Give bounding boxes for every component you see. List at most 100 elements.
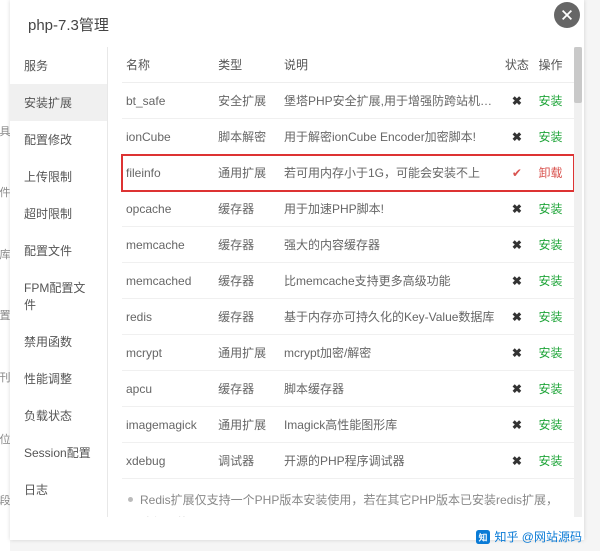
cell-status: ✖ [499,191,534,227]
col-header-status: 状态 [499,47,534,83]
note-item: Redis扩展仅支持一个PHP版本安装使用，若在其它PHP版本已安装redis扩… [126,489,570,517]
php-manage-modal: php-7.3管理 服务安装扩展配置修改上传限制超时限制配置文件FPM配置文件禁… [10,0,584,540]
sidebar-item-10[interactable]: Session配置 [10,434,107,471]
cell-name: bt_safe [122,83,214,119]
cell-desc: Imagick高性能图形库 [280,407,499,443]
main-panel: 名称 类型 说明 状态 操作 bt_safe安全扩展堡塔PHP安全扩展,用于增强… [108,47,584,517]
close-button[interactable] [554,2,580,28]
cell-status: ✖ [499,119,534,155]
cell-desc: 脚本缓存器 [280,371,499,407]
col-header-desc: 说明 [280,47,499,83]
install-link[interactable]: 安装 [538,418,562,432]
cell-action: 安装 [534,371,574,407]
cell-status: ✖ [499,227,534,263]
sidebar-item-12[interactable]: 慢日志 [10,508,107,517]
sidebar-item-11[interactable]: 日志 [10,471,107,508]
cell-status: ✔ [499,155,534,191]
cell-desc: 用于解密ionCube Encoder加密脚本! [280,119,499,155]
check-icon: ✔ [512,166,522,180]
sidebar: 服务安装扩展配置修改上传限制超时限制配置文件FPM配置文件禁用函数性能调整负载状… [10,47,108,517]
col-header-name: 名称 [122,47,214,83]
scrollbar-thumb[interactable] [574,47,582,103]
cell-name: xdebug [122,443,214,479]
cell-action: 安装 [534,191,574,227]
cell-desc: 用于加速PHP脚本! [280,191,499,227]
cell-desc: 若可用内存小于1G，可能会安装不上 [280,155,499,191]
table-row: bt_safe安全扩展堡塔PHP安全扩展,用于增强防跨站机制,建议Nginx/A… [122,83,574,119]
install-link[interactable]: 安装 [538,382,562,396]
x-icon: ✖ [512,310,522,324]
cell-type: 缓存器 [214,263,280,299]
cell-status: ✖ [499,407,534,443]
cell-action: 安装 [534,263,574,299]
cell-status: ✖ [499,443,534,479]
sidebar-item-7[interactable]: 禁用函数 [10,323,107,360]
sidebar-item-2[interactable]: 配置修改 [10,121,107,158]
cell-type: 缓存器 [214,371,280,407]
table-row: fileinfo通用扩展若可用内存小于1G，可能会安装不上 ✔ 卸载 [122,155,574,191]
cell-action: 安装 [534,443,574,479]
uninstall-link[interactable]: 卸载 [538,166,562,180]
install-link[interactable]: 安装 [538,130,562,144]
cell-desc: 强大的内容缓存器 [280,227,499,263]
cell-desc: 堡塔PHP安全扩展,用于增强防跨站机制,建议Nginx/Apache用户安装 [280,83,499,119]
modal-content: 服务安装扩展配置修改上传限制超时限制配置文件FPM配置文件禁用函数性能调整负载状… [10,47,584,517]
x-icon: ✖ [512,382,522,396]
sidebar-item-4[interactable]: 超时限制 [10,195,107,232]
x-icon: ✖ [512,454,522,468]
cell-action: 安装 [534,227,574,263]
cell-type: 缓存器 [214,227,280,263]
background-strip: 具件库置刊位段 [0,0,10,551]
cell-name: memcache [122,227,214,263]
cell-status: ✖ [499,83,534,119]
cell-status: ✖ [499,263,534,299]
install-link[interactable]: 安装 [538,346,562,360]
table-row: xdebug调试器开源的PHP程序调试器✖安装 [122,443,574,479]
table-row: memcached缓存器比memcache支持更多高级功能✖安装 [122,263,574,299]
sidebar-item-8[interactable]: 性能调整 [10,360,107,397]
x-icon: ✖ [512,130,522,144]
cell-name: opcache [122,191,214,227]
install-link[interactable]: 安装 [538,310,562,324]
zhihu-icon: 知 [476,530,490,544]
install-link[interactable]: 安装 [538,202,562,216]
x-icon: ✖ [512,238,522,252]
install-link[interactable]: 安装 [538,274,562,288]
cell-name: imagemagick [122,407,214,443]
scrollbar-track[interactable] [574,47,582,517]
cell-type: 脚本解密 [214,119,280,155]
col-header-action: 操作 [534,47,574,83]
col-header-type: 类型 [214,47,280,83]
svg-text:知: 知 [479,531,488,542]
cell-type: 安全扩展 [214,83,280,119]
cell-desc: mcrypt加密/解密 [280,335,499,371]
cell-name: ionCube [122,119,214,155]
cell-status: ✖ [499,371,534,407]
cell-action: 安装 [534,335,574,371]
table-row: mcrypt通用扩展mcrypt加密/解密✖安装 [122,335,574,371]
cell-name: fileinfo [122,155,214,191]
table-row: ionCube脚本解密用于解密ionCube Encoder加密脚本! ✖ 安装 [122,119,574,155]
sidebar-item-1[interactable]: 安装扩展 [10,84,107,121]
cell-action: 安装 [534,299,574,335]
cell-type: 缓存器 [214,299,280,335]
watermark: 知 知乎 @网站源码 [476,528,582,545]
notes-list: Redis扩展仅支持一个PHP版本安装使用，若在其它PHP版本已安装redis扩… [122,479,574,517]
x-icon: ✖ [512,346,522,360]
cell-type: 通用扩展 [214,155,280,191]
sidebar-item-6[interactable]: FPM配置文件 [10,269,107,323]
sidebar-item-3[interactable]: 上传限制 [10,158,107,195]
install-link[interactable]: 安装 [538,238,562,252]
cell-action: 安装 [534,83,574,119]
cell-name: mcrypt [122,335,214,371]
install-link[interactable]: 安装 [538,94,562,108]
sidebar-item-0[interactable]: 服务 [10,47,107,84]
table-row: opcache缓存器用于加速PHP脚本!✖安装 [122,191,574,227]
install-link[interactable]: 安装 [538,454,562,468]
cell-name: memcached [122,263,214,299]
sidebar-item-5[interactable]: 配置文件 [10,232,107,269]
cell-name: redis [122,299,214,335]
cell-status: ✖ [499,299,534,335]
cell-status: ✖ [499,335,534,371]
sidebar-item-9[interactable]: 负载状态 [10,397,107,434]
